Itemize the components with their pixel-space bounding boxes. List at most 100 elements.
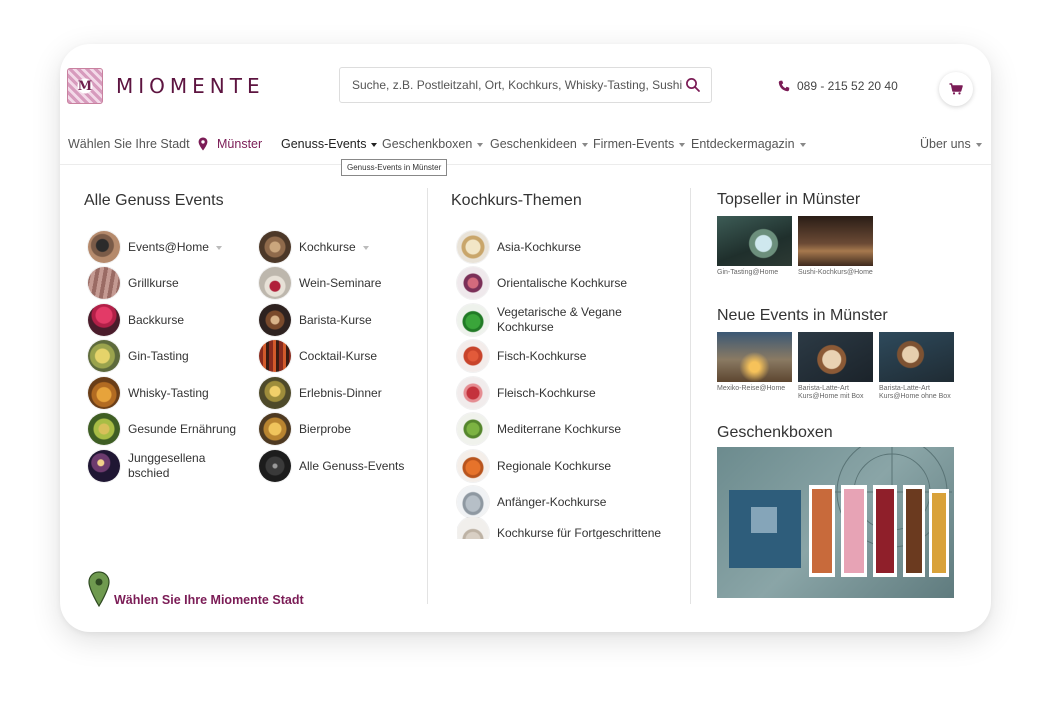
menu-item-wein-seminare[interactable]: Wein-Seminare <box>259 267 381 299</box>
menu-item-grillkurse[interactable]: Grillkurse <box>88 267 179 299</box>
main-nav: Wählen Sie Ihre Stadt Münster Genuss-Eve… <box>60 134 991 154</box>
cart-icon <box>949 83 963 95</box>
nav-item-firmen-events[interactable]: Firmen-Events <box>593 137 686 151</box>
neue-event-image <box>798 332 873 382</box>
coffee-icon <box>259 304 291 336</box>
neue-event-card[interactable]: Barista-Latte-Art Kurs@Home ohne Box <box>879 332 954 401</box>
pasta-icon <box>457 517 489 539</box>
menu-item-orientalische-kochkurse[interactable]: Orientalische Kochkurse <box>457 267 627 299</box>
menu-item-gesunde-ernaehrung[interactable]: Gesunde Ernährung <box>88 413 236 445</box>
menu-item-gin-tasting[interactable]: Gin-Tasting <box>88 340 189 372</box>
geschenkboxen-title: Geschenkboxen <box>717 424 833 441</box>
avocado-icon <box>88 413 120 445</box>
menu-item-barista-kurse[interactable]: Barista-Kurse <box>259 304 372 336</box>
topseller-card[interactable]: Gin-Tasting@Home <box>717 216 792 277</box>
chevron-down-icon <box>215 245 222 250</box>
chevron-down-icon <box>679 142 686 147</box>
cutlery-icon <box>259 450 291 482</box>
party-icon <box>88 450 120 482</box>
nav-item-ueber-uns[interactable]: Über uns <box>920 137 982 151</box>
chevron-down-icon <box>581 142 588 147</box>
chevron-down-icon <box>799 142 806 147</box>
cupcake-icon <box>88 304 120 336</box>
nav-tooltip: Genuss-Events in Münster <box>341 159 448 176</box>
neue-events-title: Neue Events in Münster <box>717 307 888 324</box>
dumpling-icon <box>457 231 489 263</box>
menu-item-junggesellenabschied[interactable]: Junggesellena bschied <box>88 450 218 482</box>
menu-item-erlebnis-dinner[interactable]: Erlebnis-Dinner <box>259 377 382 409</box>
nav-divider <box>60 164 991 165</box>
menu-item-alle-genuss-events[interactable]: Alle Genuss-Events <box>259 450 404 482</box>
phone-home-icon <box>88 231 120 263</box>
topseller-image <box>798 216 873 266</box>
column-divider <box>690 188 691 604</box>
search-box <box>339 67 712 103</box>
pepper-icon <box>457 304 489 336</box>
neue-event-image <box>879 332 954 382</box>
nav-city-selector[interactable]: Münster <box>198 137 262 151</box>
kochkurs-themen-title: Kochkurs-Themen <box>451 192 582 209</box>
chevron-down-icon <box>477 142 484 147</box>
menu-item-anfaenger-kochkurse[interactable]: Anfänger-Kochkurse <box>457 486 606 518</box>
pot-icon <box>457 486 489 518</box>
menu-item-whisky-tasting[interactable]: Whisky-Tasting <box>88 377 209 409</box>
menu-item-regionale-kochkurse[interactable]: Regionale Kochkurse <box>457 450 611 482</box>
cocktail-icon <box>259 340 291 372</box>
nav-item-entdeckermagazin[interactable]: Entdeckermagazin <box>691 137 806 151</box>
dinner-icon <box>259 377 291 409</box>
choose-city-text: Wählen Sie Ihre Miomente Stadt <box>114 593 304 607</box>
chevron-down-icon <box>371 142 378 147</box>
phone-text: 089 - 215 52 20 40 <box>797 79 898 93</box>
menu-item-kochkurse-fortgeschrittene[interactable]: Kochkurse für Fortgeschrittene <box>457 517 661 539</box>
menu-item-fleisch-kochkurse[interactable]: Fleisch-Kochkurse <box>457 377 596 409</box>
giftbox-illustration <box>729 447 952 577</box>
whisky-icon <box>88 377 120 409</box>
wine-icon <box>259 267 291 299</box>
menu-item-bierprobe[interactable]: Bierprobe <box>259 413 351 445</box>
beer-icon <box>259 413 291 445</box>
salad-icon <box>457 413 489 445</box>
menu-item-kochkurse[interactable]: Kochkurse <box>259 231 369 263</box>
cooking-icon <box>259 231 291 263</box>
cart-button[interactable] <box>939 72 973 106</box>
phone-number[interactable]: 089 - 215 52 20 40 <box>778 79 898 93</box>
page-card: M MIOMENTE 089 - 215 52 20 40 Wählen Sie… <box>60 44 991 632</box>
crab-icon <box>457 340 489 372</box>
topseller-image <box>717 216 792 266</box>
topseller-title: Topseller in Münster <box>717 191 861 208</box>
nav-item-geschenkboxen[interactable]: Geschenkboxen <box>382 137 484 151</box>
menu-item-events-at-home[interactable]: Events@Home <box>88 231 222 263</box>
giftbox-image[interactable] <box>717 447 954 598</box>
chevron-down-icon <box>362 245 369 250</box>
menu-item-backkurse[interactable]: Backkurse <box>88 304 184 336</box>
nav-item-geschenkideen[interactable]: Geschenkideen <box>490 137 588 151</box>
nav-item-genuss-events[interactable]: Genuss-Events <box>281 137 378 151</box>
neue-event-image <box>717 332 792 382</box>
grill-icon <box>88 267 120 299</box>
topseller-card[interactable]: Sushi-Kochkurs@Home <box>798 216 873 277</box>
menu-item-cocktail-kurse[interactable]: Cocktail-Kurse <box>259 340 377 372</box>
genuss-events-title: Alle Genuss Events <box>84 192 224 209</box>
location-pin-icon <box>198 137 208 151</box>
pumpkin-icon <box>457 450 489 482</box>
choose-miomente-city-link[interactable]: Wählen Sie Ihre Miomente Stadt <box>88 571 304 607</box>
column-divider <box>427 188 428 604</box>
nav-choose-city-label: Wählen Sie Ihre Stadt <box>68 137 190 151</box>
logo-mark: M <box>67 68 103 104</box>
fig-icon <box>457 267 489 299</box>
meat-icon <box>457 377 489 409</box>
nav-city-name: Münster <box>217 137 263 151</box>
logo-text: MIOMENTE <box>116 74 265 98</box>
neue-event-card[interactable]: Barista-Latte-Art Kurs@Home mit Box <box>798 332 873 401</box>
location-pin-icon <box>88 571 110 607</box>
menu-item-asia-kochkurse[interactable]: Asia-Kochkurse <box>457 231 581 263</box>
phone-icon <box>778 80 790 92</box>
menu-item-fisch-kochkurse[interactable]: Fisch-Kochkurse <box>457 340 586 372</box>
menu-item-vegetarische-kochkurse[interactable]: Vegetarische & Vegane Kochkurse <box>457 304 647 336</box>
search-input[interactable] <box>352 78 682 92</box>
gin-icon <box>88 340 120 372</box>
search-icon[interactable] <box>685 77 701 93</box>
logo[interactable]: M MIOMENTE <box>67 68 265 104</box>
neue-event-card[interactable]: Mexiko-Reise@Home <box>717 332 792 393</box>
menu-item-mediterrane-kochkurse[interactable]: Mediterrane Kochkurse <box>457 413 621 445</box>
